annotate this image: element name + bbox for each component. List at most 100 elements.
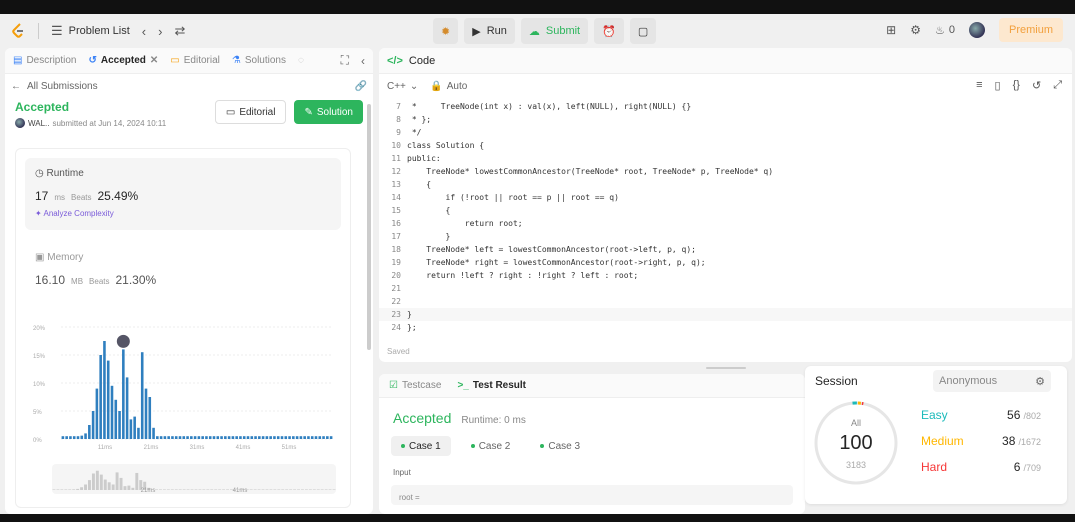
distribution-bar[interactable]: [265, 436, 269, 439]
distribution-bar[interactable]: [295, 436, 299, 439]
session-settings-icon[interactable]: ⚙: [1035, 375, 1045, 388]
distribution-bar[interactable]: [91, 411, 95, 439]
distribution-bar[interactable]: [193, 436, 197, 439]
distribution-minimap[interactable]: 21ms 41ms: [52, 464, 336, 494]
distribution-bar[interactable]: [258, 436, 261, 439]
distribution-bar[interactable]: [322, 436, 325, 439]
code-line[interactable]: 7 * TreeNode(int x) : val(x), left(NULL)…: [379, 100, 1072, 113]
distribution-bar[interactable]: [99, 355, 102, 439]
code-line[interactable]: 21: [379, 282, 1072, 295]
distribution-bar[interactable]: [65, 436, 68, 439]
distribution-bar[interactable]: [129, 419, 133, 439]
mode-toggle[interactable]: 🔒 Auto: [430, 81, 467, 92]
distribution-bar[interactable]: [167, 436, 170, 439]
code-line[interactable]: 13 {: [379, 178, 1072, 191]
code-line[interactable]: 24};: [379, 321, 1072, 334]
code-line[interactable]: 10 class Solution {: [379, 139, 1072, 152]
editorial-button[interactable]: ▭ Editorial: [214, 100, 287, 124]
distribution-bar[interactable]: [326, 436, 329, 439]
distribution-bar[interactable]: [197, 436, 201, 439]
distribution-bar[interactable]: [118, 411, 121, 439]
notes-button[interactable]: ▢: [629, 18, 657, 44]
case-3-tab[interactable]: Case 3: [530, 436, 590, 456]
distribution-bar[interactable]: [216, 436, 220, 439]
shuffle-icon[interactable]: ⇄: [174, 23, 185, 39]
tab-description[interactable]: ▤ Description: [13, 55, 76, 66]
distribution-bar[interactable]: [310, 436, 314, 439]
distribution-bar[interactable]: [76, 436, 80, 439]
distribution-bar[interactable]: [292, 436, 295, 439]
distribution-bar[interactable]: [329, 436, 333, 439]
code-line[interactable]: 23}: [379, 308, 1072, 321]
case-1-tab[interactable]: Case 1: [391, 436, 451, 456]
submit-button[interactable]: ☁ Submit: [520, 18, 589, 44]
distribution-bar[interactable]: [208, 436, 212, 439]
distribution-bar[interactable]: [227, 436, 231, 439]
user-name[interactable]: WAL..: [28, 119, 49, 128]
distribution-bar[interactable]: [186, 436, 189, 439]
code-line[interactable]: 18 TreeNode* left = lowestCommonAncestor…: [379, 243, 1072, 256]
close-tab-icon[interactable]: ✕: [150, 55, 158, 66]
code-editor[interactable]: 7 * TreeNode(int x) : val(x), left(NULL)…: [379, 100, 1072, 334]
distribution-bar[interactable]: [133, 416, 136, 439]
runtime-card[interactable]: ◷ Runtime 17 ms Beats 25.49% ✦ Analyze C…: [25, 158, 341, 230]
distribution-bar[interactable]: [156, 436, 159, 439]
language-select[interactable]: C++ ⌄: [387, 81, 418, 92]
expand-icon[interactable]: ⛶: [341, 53, 349, 68]
tab-accepted[interactable]: ↺ Accepted ✕: [88, 55, 158, 66]
session-select[interactable]: Anonymous ⚙: [933, 370, 1051, 392]
distribution-bar[interactable]: [148, 397, 152, 439]
runtime-distribution-chart[interactable]: 20% 15% 10% 5% 0% 11ms 21ms 31ms 41ms 51ms: [31, 319, 341, 449]
distribution-bar[interactable]: [276, 436, 280, 439]
user-avatar[interactable]: [15, 118, 25, 128]
debug-button[interactable]: ✹: [433, 18, 459, 44]
distribution-bar[interactable]: [205, 436, 208, 439]
distribution-bar[interactable]: [152, 427, 155, 439]
avatar[interactable]: [968, 22, 985, 38]
code-line[interactable]: 17 }: [379, 230, 1072, 243]
tab-editorial[interactable]: ▭ Editorial: [170, 55, 220, 66]
distribution-bar[interactable]: [246, 436, 250, 439]
distribution-bar[interactable]: [140, 352, 144, 439]
distribution-bar[interactable]: [250, 436, 254, 439]
problem-list-button[interactable]: ☰ Problem List: [51, 23, 130, 39]
format-icon[interactable]: ≡: [976, 79, 982, 92]
distribution-bar[interactable]: [307, 436, 310, 439]
memory-heading[interactable]: ▣ Memory: [35, 252, 83, 263]
braces-icon[interactable]: {}: [1013, 79, 1020, 92]
timer-button[interactable]: ⏰: [594, 18, 624, 44]
code-line[interactable]: 11 public:: [379, 152, 1072, 165]
streak-counter[interactable]: ♨ 0: [935, 24, 955, 37]
code-line[interactable]: 9 */: [379, 126, 1072, 139]
code-line[interactable]: 14 if (!root || root == p || root == q): [379, 191, 1072, 204]
leetcode-logo-icon[interactable]: [10, 22, 26, 40]
settings-gear-icon[interactable]: ⚙: [910, 23, 921, 37]
analyze-complexity-link[interactable]: ✦ Analyze Complexity: [35, 209, 331, 218]
distribution-bar[interactable]: [114, 399, 118, 439]
distribution-bar[interactable]: [137, 427, 140, 439]
bookmark-icon[interactable]: ▯: [995, 79, 1001, 92]
run-button[interactable]: ▶ Run: [464, 18, 515, 44]
tab-solutions[interactable]: ⚗ Solutions: [232, 55, 286, 66]
distribution-bar[interactable]: [88, 425, 91, 439]
distribution-bar[interactable]: [159, 436, 163, 439]
tab-test-result[interactable]: >_ Test Result: [457, 380, 526, 391]
distribution-bar[interactable]: [171, 436, 174, 439]
distribution-bar[interactable]: [239, 436, 242, 439]
premium-button[interactable]: Premium: [998, 18, 1063, 42]
distribution-bar[interactable]: [288, 436, 291, 439]
distribution-bar[interactable]: [314, 436, 318, 439]
share-link-icon[interactable]: 🔗: [355, 81, 367, 92]
distribution-bar[interactable]: [235, 436, 238, 439]
distribution-bar[interactable]: [299, 436, 303, 439]
solution-button[interactable]: ✎ Solution: [294, 100, 363, 124]
distribution-bar[interactable]: [61, 436, 65, 439]
distribution-bar[interactable]: [69, 436, 72, 439]
chevron-left-icon[interactable]: ‹: [142, 24, 146, 39]
distribution-bar[interactable]: [273, 436, 276, 439]
distribution-bar[interactable]: [122, 349, 125, 439]
case-2-tab[interactable]: Case 2: [461, 436, 521, 456]
distribution-bar[interactable]: [201, 436, 204, 439]
distribution-bar[interactable]: [269, 436, 272, 439]
distribution-bar[interactable]: [284, 436, 288, 439]
